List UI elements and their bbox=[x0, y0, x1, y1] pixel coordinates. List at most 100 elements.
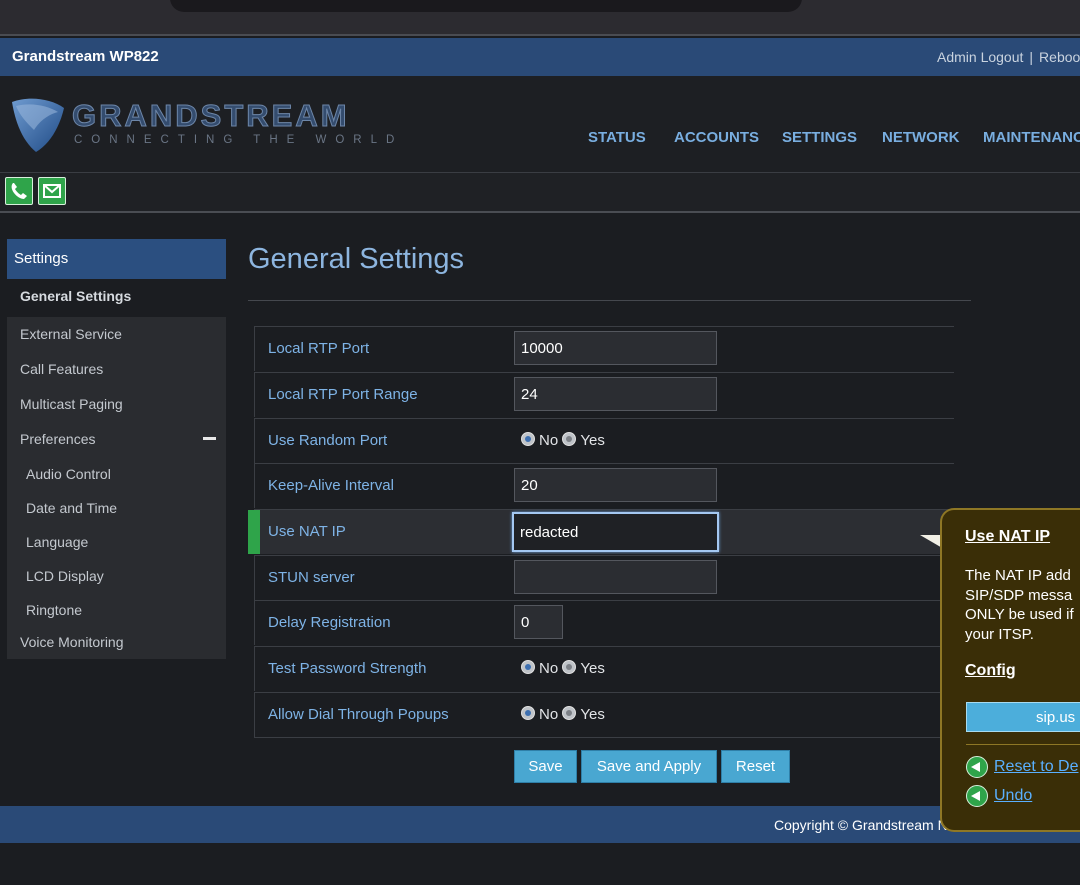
row-local-rtp-port-range: Local RTP Port Range bbox=[254, 372, 954, 417]
row-delay-registration: Delay Registration bbox=[254, 600, 954, 645]
reset-to-default-link[interactable]: Reset to De bbox=[994, 758, 1078, 776]
sidebar-item-call-features[interactable]: Call Features bbox=[7, 352, 226, 387]
copyright-text: Copyright © Grandstream N bbox=[774, 817, 948, 833]
nav-network[interactable]: NETWORK bbox=[882, 129, 960, 146]
radio-no[interactable] bbox=[521, 660, 535, 674]
sidebar-item-label: Audio Control bbox=[26, 466, 111, 482]
page-title: General Settings bbox=[248, 243, 465, 275]
quick-icon-bar bbox=[0, 172, 1080, 213]
undo-arrow-icon[interactable] bbox=[966, 785, 988, 807]
use-random-port-label: Use Random Port bbox=[268, 432, 388, 449]
grandstream-logo-icon bbox=[12, 98, 64, 152]
sidebar-item-label: Language bbox=[26, 534, 89, 550]
radio-no[interactable] bbox=[521, 432, 535, 446]
local-rtp-port-label: Local RTP Port bbox=[268, 340, 370, 357]
tooltip-divider bbox=[966, 744, 1080, 745]
row-allow-dial-through-popups: Allow Dial Through Popups No Yes bbox=[254, 692, 954, 738]
help-tooltip: Use NAT IP The NAT IP add SIP/SDP messa … bbox=[940, 508, 1080, 832]
sidebar-item-multicast-paging[interactable]: Multicast Paging bbox=[7, 387, 226, 422]
sidebar-item-label: LCD Display bbox=[26, 568, 104, 584]
browser-top-strip bbox=[0, 0, 1080, 36]
radio-yes[interactable] bbox=[562, 706, 577, 720]
radio-yes[interactable] bbox=[562, 432, 577, 446]
row-local-rtp-port: Local RTP Port bbox=[254, 326, 954, 371]
local-rtp-port-range-input[interactable] bbox=[514, 377, 717, 411]
header: GRANDSTREAM CONNECTING THE WORLD STATUS … bbox=[0, 76, 1080, 172]
sidebar-item-label: Multicast Paging bbox=[20, 396, 123, 412]
logo-tagline: CONNECTING THE WORLD bbox=[74, 134, 404, 146]
admin-logout-link[interactable]: Admin Logout bbox=[937, 49, 1023, 65]
sidebar-item-label: Ringtone bbox=[26, 602, 83, 618]
config-value-text: sip.us bbox=[1036, 709, 1076, 726]
tooltip-description: The NAT IP add SIP/SDP messa ONLY be use… bbox=[965, 566, 1080, 644]
allow-dial-through-popups-radios: No Yes bbox=[521, 706, 605, 723]
title-divider bbox=[248, 300, 971, 301]
stun-server-label: STUN server bbox=[268, 569, 355, 586]
nav-settings[interactable]: SETTINGS bbox=[782, 129, 857, 146]
save-button[interactable]: Save bbox=[514, 750, 577, 783]
sidebar-item-audio-control[interactable]: Audio Control bbox=[7, 457, 226, 491]
device-name: Grandstream WP822 bbox=[12, 48, 159, 65]
radio-yes-label: Yes bbox=[580, 660, 605, 677]
title-bar: Grandstream WP822 Admin Logout | Reboo bbox=[0, 38, 1080, 76]
tooltip-line: SIP/SDP messa bbox=[965, 586, 1073, 604]
nav-accounts[interactable]: ACCOUNTS bbox=[674, 129, 759, 146]
row-use-nat-ip: Use NAT IP bbox=[248, 509, 954, 554]
sidebar-item-label: General Settings bbox=[20, 288, 132, 304]
allow-dial-through-popups-label: Allow Dial Through Popups bbox=[268, 706, 449, 723]
reset-button[interactable]: Reset bbox=[721, 750, 790, 783]
undo-link[interactable]: Undo bbox=[994, 787, 1032, 805]
delay-registration-input[interactable] bbox=[514, 605, 563, 639]
use-nat-ip-input[interactable] bbox=[512, 512, 719, 552]
radio-yes-label: Yes bbox=[580, 432, 605, 449]
test-password-strength-label: Test Password Strength bbox=[268, 660, 427, 677]
sidebar-item-date-and-time[interactable]: Date and Time bbox=[7, 491, 226, 525]
browser-notch bbox=[170, 0, 802, 12]
sidebar-item-external-service[interactable]: External Service bbox=[7, 317, 226, 352]
local-rtp-port-range-label: Local RTP Port Range bbox=[268, 386, 418, 403]
sidebar-item-ringtone[interactable]: Ringtone bbox=[7, 593, 226, 625]
keep-alive-interval-label: Keep-Alive Interval bbox=[268, 477, 394, 494]
tooltip-line: The NAT IP add bbox=[965, 567, 1071, 584]
footer: Copyright © Grandstream N bbox=[0, 806, 1080, 843]
row-keep-alive-interval: Keep-Alive Interval bbox=[254, 463, 954, 508]
reboot-link[interactable]: Reboo bbox=[1039, 49, 1080, 65]
sidebar-item-general-settings[interactable]: General Settings bbox=[7, 279, 226, 317]
test-password-strength-radios: No Yes bbox=[521, 660, 605, 677]
keep-alive-interval-input[interactable] bbox=[514, 468, 717, 502]
local-rtp-port-input[interactable] bbox=[514, 331, 717, 365]
title-bar-separator: | bbox=[1029, 49, 1034, 65]
nav-status[interactable]: STATUS bbox=[588, 129, 646, 146]
sidebar-item-voice-monitoring[interactable]: Voice Monitoring bbox=[7, 625, 226, 659]
sidebar-item-label: Preferences bbox=[20, 431, 96, 447]
sidebar-item-label: Voice Monitoring bbox=[20, 634, 124, 650]
use-nat-ip-label: Use NAT IP bbox=[268, 523, 346, 540]
logo-wordmark: GRANDSTREAM bbox=[72, 98, 350, 134]
use-random-port-radios: No Yes bbox=[521, 432, 605, 449]
radio-no-label: No bbox=[539, 706, 559, 723]
row-use-random-port: Use Random Port No Yes bbox=[254, 418, 954, 463]
browser-divider bbox=[0, 34, 1080, 36]
radio-no[interactable] bbox=[521, 706, 535, 720]
nav-maintenance[interactable]: MAINTENANC bbox=[983, 129, 1080, 146]
tooltip-config-label: Config bbox=[965, 662, 1016, 679]
sidebar-item-lcd-display[interactable]: LCD Display bbox=[7, 559, 226, 593]
sidebar-item-language[interactable]: Language bbox=[7, 525, 226, 559]
save-and-apply-button[interactable]: Save and Apply bbox=[581, 750, 717, 783]
sidebar-item-preferences[interactable]: Preferences bbox=[7, 422, 226, 457]
title-bar-actions: Admin Logout | Reboo bbox=[937, 49, 1080, 65]
collapse-icon[interactable] bbox=[203, 437, 216, 440]
tooltip-line: ONLY be used if bbox=[965, 606, 1074, 623]
phone-icon[interactable] bbox=[5, 177, 33, 205]
stun-server-input[interactable] bbox=[514, 560, 717, 594]
sidebar-item-label: Call Features bbox=[20, 361, 104, 377]
radio-no-label: No bbox=[539, 660, 559, 677]
message-icon[interactable] bbox=[38, 177, 66, 205]
row-test-password-strength: Test Password Strength No Yes bbox=[254, 646, 954, 691]
tooltip-config-value: sip.us bbox=[966, 702, 1080, 732]
sidebar-header[interactable]: Settings bbox=[7, 239, 226, 279]
sidebar-item-label: External Service bbox=[20, 326, 122, 342]
reset-arrow-icon[interactable] bbox=[966, 756, 988, 778]
radio-yes[interactable] bbox=[562, 660, 577, 674]
delay-registration-label: Delay Registration bbox=[268, 614, 391, 631]
